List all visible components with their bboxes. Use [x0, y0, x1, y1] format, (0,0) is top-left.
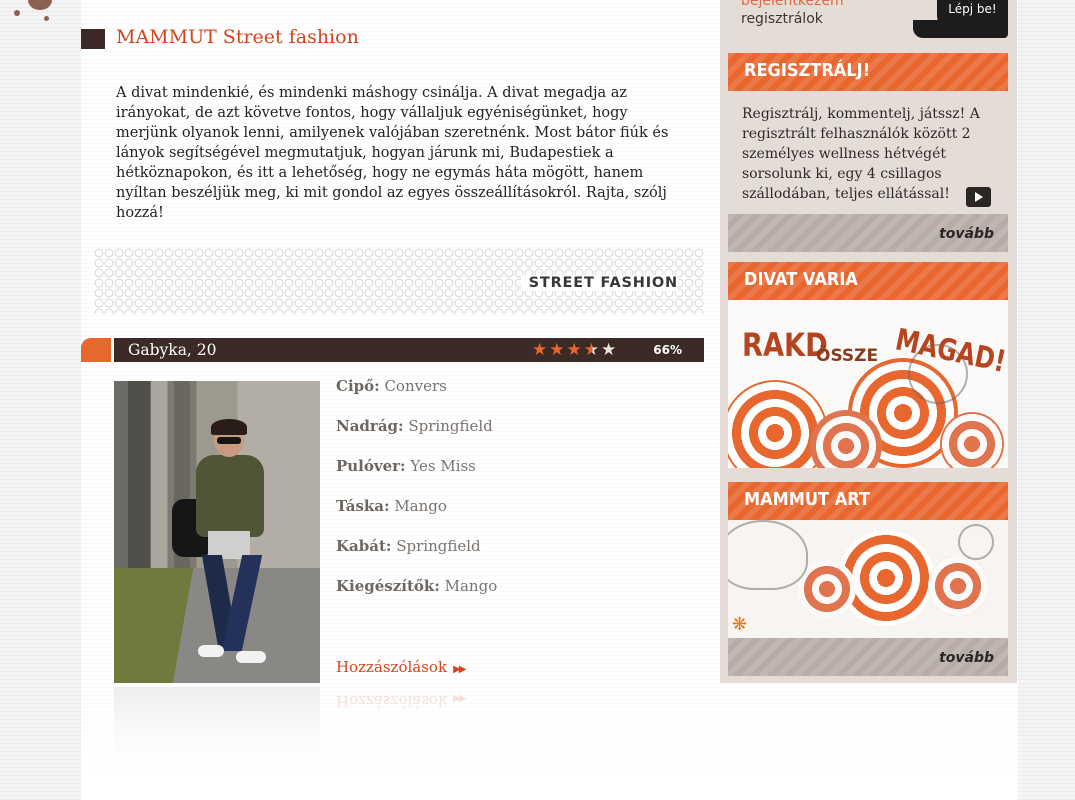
- person-header: Gabyka, 20 ★★★★★ 66%: [114, 338, 704, 362]
- outfit-details: Cipő: Convers Nadrág: Springfield Pulóve…: [336, 377, 497, 617]
- detail-value: Springfield: [408, 417, 493, 435]
- butterfly-icon: ❋: [732, 614, 748, 635]
- detail-row: Pulóver: Yes Miss: [336, 457, 497, 497]
- person-tab: [81, 338, 111, 362]
- decor-ring: [940, 412, 1004, 468]
- detail-value: Convers: [384, 377, 447, 395]
- detail-key: Kabát:: [336, 537, 392, 555]
- ink-splatter: [44, 16, 49, 21]
- register-link[interactable]: regisztrálok: [741, 11, 823, 27]
- detail-row: Kabát: Springfield: [336, 537, 497, 577]
- art-more-strip[interactable]: tovább: [728, 638, 1008, 676]
- register-box-text: Regisztrálj, kommentelj, játssz! A regis…: [742, 106, 980, 202]
- star-icon[interactable]: ★: [601, 340, 618, 360]
- promo-word: RAKD: [742, 326, 828, 364]
- register-box-header[interactable]: REGISZTRÁLJ!: [728, 53, 1008, 91]
- gramophone-sketch: [728, 520, 808, 590]
- detail-value: Yes Miss: [410, 457, 476, 475]
- photo-hair: [211, 419, 247, 435]
- header-square: [81, 29, 105, 49]
- double-arrow-icon[interactable]: ▶▶: [453, 664, 466, 675]
- intro-text: A divat mindenkié, és mindenki máshogy c…: [116, 85, 669, 221]
- photo-glasses: [217, 437, 241, 444]
- star-icon[interactable]: ★: [567, 340, 584, 360]
- comments-link-label[interactable]: Hozzászólások: [336, 658, 447, 676]
- photo-shoe: [236, 651, 266, 663]
- detail-row: Cipő: Convers: [336, 377, 497, 417]
- rating-percent: 66%: [653, 343, 682, 357]
- half-star-icon[interactable]: ★: [584, 340, 601, 360]
- photo-pillar: [174, 381, 190, 593]
- ink-splatter: [14, 10, 20, 16]
- person-name: Gabyka, 20: [128, 341, 217, 359]
- register-box-title[interactable]: REGISZTRÁLJ!: [744, 60, 870, 81]
- play-arrow-button[interactable]: [966, 187, 991, 207]
- sketch-swirl: [958, 524, 994, 560]
- art-box-title[interactable]: MAMMUT ART: [744, 489, 870, 510]
- detail-value: Mango: [444, 577, 498, 595]
- login-link[interactable]: bejelentkezem: [741, 0, 844, 9]
- art-box-header[interactable]: MAMMUT ART: [728, 482, 1008, 520]
- photo-shoe: [198, 645, 224, 657]
- detail-key: Cipő:: [336, 377, 380, 395]
- comments-link[interactable]: Hozzászólások ▶▶: [336, 658, 467, 676]
- detail-key: Nadrág:: [336, 417, 404, 435]
- detail-row: Nadrág: Springfield: [336, 417, 497, 457]
- detail-row: Kiegészítők: Mango: [336, 577, 497, 617]
- detail-row: Táska: Mango: [336, 497, 497, 537]
- rakd-ossze-magad-promo[interactable]: RAKD ÖSSZE MAGAD!: [728, 300, 1008, 468]
- banner-label: STREET FASHION: [520, 275, 678, 291]
- star-rating[interactable]: ★★★★★: [532, 340, 618, 360]
- detail-value: Mango: [394, 497, 447, 515]
- detail-key: Táska:: [336, 497, 390, 515]
- login-tab[interactable]: Lépj be!: [913, 0, 1008, 38]
- star-icon[interactable]: ★: [549, 340, 566, 360]
- decor-ring: [928, 556, 988, 616]
- varia-box-header[interactable]: DIVAT VARIA: [728, 262, 1008, 300]
- detail-key: Kiegészítők:: [336, 577, 440, 595]
- promo-word: ÖSSZE: [816, 346, 879, 366]
- mammut-art-promo[interactable]: ❋: [728, 520, 1008, 638]
- varia-box-title[interactable]: DIVAT VARIA: [744, 269, 858, 290]
- detail-value: Springfield: [396, 537, 481, 555]
- detail-key: Pulóver:: [336, 457, 406, 475]
- ink-splatter: [28, 0, 52, 10]
- more-link[interactable]: tovább: [939, 226, 994, 242]
- photo-jacket: [196, 455, 264, 537]
- login-button[interactable]: Lépj be!: [937, 0, 1008, 28]
- bottom-fade: [81, 690, 1018, 800]
- outfit-photo[interactable]: [114, 381, 320, 683]
- page-title: MAMMUT Street fashion: [116, 26, 359, 48]
- register-more-strip[interactable]: tovább: [728, 214, 1008, 252]
- more-link[interactable]: tovább: [939, 650, 994, 666]
- photo-pillar: [128, 381, 150, 593]
- street-fashion-banner: STREET FASHION: [94, 248, 704, 314]
- star-icon[interactable]: ★: [532, 340, 549, 360]
